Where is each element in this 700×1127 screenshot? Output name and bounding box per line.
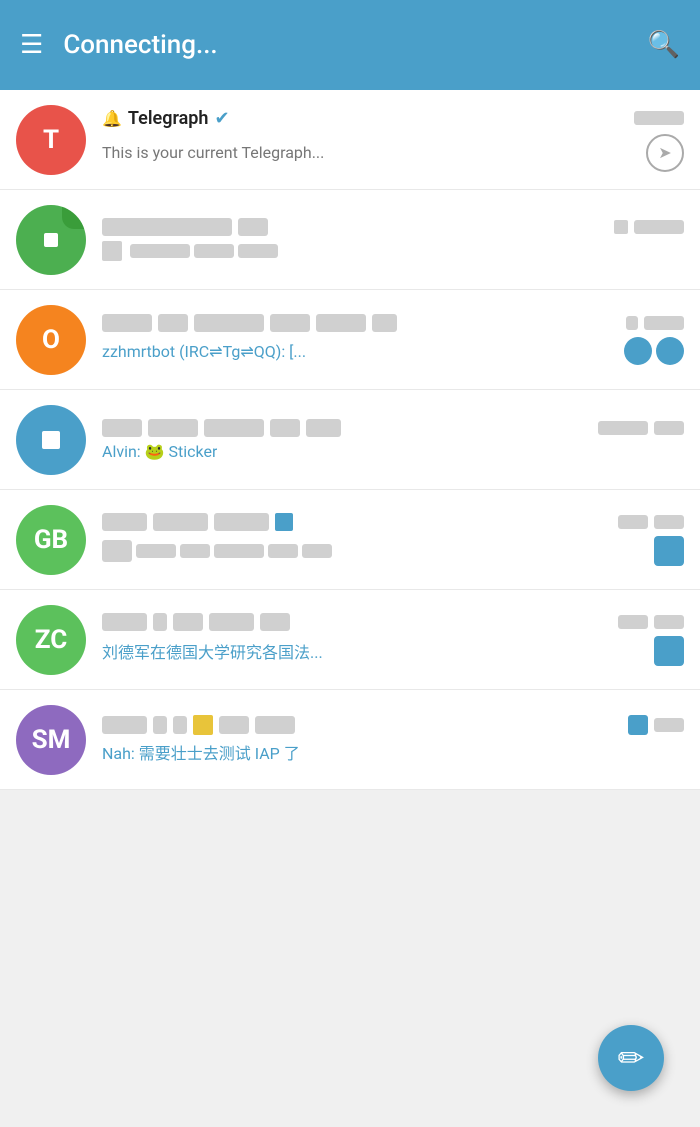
chat-info-gb	[102, 513, 684, 566]
chat-preview-sm: Nah: 需要壮士去测试 IAP 了	[102, 740, 300, 764]
preview-green-2	[194, 244, 234, 258]
chat-name-blue-4	[270, 419, 300, 437]
chat-info-telegraph: 🔔 Telegraph ✔ This is your current Teleg…	[102, 108, 684, 172]
chat-item-gb[interactable]: GB	[0, 490, 700, 590]
avatar-green	[16, 205, 86, 275]
chat-name-zc-1	[102, 613, 147, 631]
chat-name-gb-2	[153, 513, 208, 531]
chat-time-gb-1	[618, 515, 648, 529]
chat-name-sm-flag	[193, 715, 213, 735]
chat-preview-telegraph: This is your current Telegraph...	[102, 143, 324, 162]
chat-preview-orange: zzhmrtbot (IRC⇌Tg⇌QQ): [...	[102, 342, 306, 361]
preview-green-1	[130, 244, 190, 258]
avatar-orange: O	[16, 305, 86, 375]
chat-name-orange-1	[102, 314, 152, 332]
chat-name-gb-icon	[275, 513, 293, 531]
preview-green-3	[238, 244, 278, 258]
avatar-gb: GB	[16, 505, 86, 575]
app-header: ☰ Connecting... 🔍	[0, 0, 700, 90]
chat-info-blue: Alvin: 🐸 Sticker	[102, 419, 684, 461]
chat-time-zc-2	[654, 615, 684, 629]
chat-time-gb-2	[654, 515, 684, 529]
chat-item-blue[interactable]: Alvin: 🐸 Sticker	[0, 390, 700, 490]
chat-info-orange: zzhmrtbot (IRC⇌Tg⇌QQ): [...	[102, 314, 684, 365]
chat-name-sm-dot2	[173, 716, 187, 734]
chat-name-zc-dot	[153, 613, 167, 631]
badge-orange-2	[656, 337, 684, 365]
verified-badge-telegraph: ✔	[214, 108, 229, 129]
chat-name-orange-2	[158, 314, 188, 332]
menu-icon[interactable]: ☰	[20, 32, 43, 58]
preview-gb-5	[302, 544, 332, 558]
chat-time-green-icon	[614, 220, 628, 234]
badge-gb	[654, 536, 684, 566]
preview-gb-icon	[102, 540, 132, 562]
chat-info-zc: 刘德军在德国大学研究各国法...	[102, 613, 684, 666]
chat-time-blue	[598, 421, 648, 435]
chat-item-orange[interactable]: O zzhmrtbot (IRC⇌Tg⇌QQ): [...	[0, 290, 700, 390]
chat-name-blue-3	[204, 419, 264, 437]
chat-time-zc-1	[618, 615, 648, 629]
chat-info-sm: Nah: 需要壮士去测试 IAP 了	[102, 715, 684, 764]
badge-orange	[624, 337, 652, 365]
chat-time-sm	[654, 718, 684, 732]
chat-name-gb-3	[214, 513, 269, 531]
chat-name-orange-4	[270, 314, 310, 332]
chat-name-green-2	[238, 218, 268, 236]
chat-time-telegraph	[634, 111, 684, 125]
chat-preview-blue: Alvin: 🐸 Sticker	[102, 442, 217, 461]
chat-name-telegraph: Telegraph	[128, 108, 209, 129]
avatar-blue	[16, 405, 86, 475]
chat-name-sm-1	[102, 716, 147, 734]
chat-name-blue-2	[148, 419, 198, 437]
chat-info-green	[102, 218, 684, 261]
chat-name-orange-5	[316, 314, 366, 332]
chat-item-green[interactable]	[0, 190, 700, 290]
chat-name-zc-3	[209, 613, 254, 631]
chat-name-sm-2	[219, 716, 249, 734]
chat-name-blue-1	[102, 419, 142, 437]
chat-item-zc[interactable]: ZC 刘德军在德国大学研究各国法...	[0, 590, 700, 690]
chat-name-orange-3	[194, 314, 264, 332]
muted-icon: 🔔	[102, 109, 122, 128]
compose-icon: ✏	[618, 1039, 645, 1077]
preview-gb-1	[136, 544, 176, 558]
chat-name-zc-2	[173, 613, 203, 631]
preview-gb-3	[214, 544, 264, 558]
preview-gb-4	[268, 544, 298, 558]
chat-list: T 🔔 Telegraph ✔ This is your current Tel…	[0, 90, 700, 790]
chat-time-green	[634, 220, 684, 234]
avatar-zc: ZC	[16, 605, 86, 675]
chat-name-sm-3	[255, 716, 295, 734]
chat-preview-zc: 刘德军在德国大学研究各国法...	[102, 639, 323, 663]
avatar-sm: SM	[16, 705, 86, 775]
chat-name-zc-4	[260, 613, 290, 631]
chat-time-blue-2	[654, 421, 684, 435]
chat-name-gb-1	[102, 513, 147, 531]
chat-name-blue-5	[306, 419, 341, 437]
chat-time-orange	[644, 316, 684, 330]
chat-time-orange-icon	[626, 316, 638, 330]
share-icon[interactable]: ➤	[646, 134, 684, 172]
chat-item-telegraph[interactable]: T 🔔 Telegraph ✔ This is your current Tel…	[0, 90, 700, 190]
header-title: Connecting...	[63, 30, 627, 60]
chat-name-green	[102, 218, 232, 236]
chat-time-sm-icon	[628, 715, 648, 735]
preview-gb-2	[180, 544, 210, 558]
preview-icon-green	[102, 241, 122, 261]
chat-name-sm-dot	[153, 716, 167, 734]
avatar-telegraph: T	[16, 105, 86, 175]
compose-fab[interactable]: ✏	[598, 1025, 664, 1091]
badge-zc	[654, 636, 684, 666]
chat-item-sm[interactable]: SM Nah: 需要壮士去测试 IAP 了	[0, 690, 700, 790]
chat-name-orange-6	[372, 314, 397, 332]
search-icon[interactable]: 🔍	[648, 30, 680, 60]
